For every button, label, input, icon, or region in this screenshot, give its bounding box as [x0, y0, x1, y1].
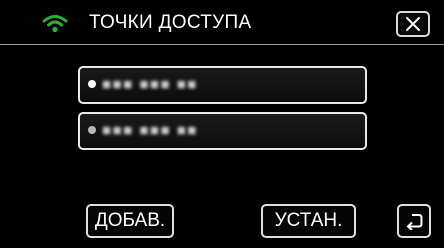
- close-button[interactable]: [396, 11, 430, 37]
- indicator-dot: [88, 126, 96, 134]
- set-button[interactable]: УСТАН.: [261, 204, 356, 238]
- add-button[interactable]: ДОБАВ.: [86, 204, 174, 238]
- header: ТОЧКИ ДОСТУПА: [0, 0, 444, 45]
- access-point-item[interactable]: ■■■ ■■■ ■■: [78, 66, 367, 104]
- access-point-name: ■■■ ■■■ ■■: [102, 122, 198, 139]
- return-icon: [406, 214, 423, 230]
- wifi-icon: [42, 15, 68, 33]
- selected-indicator-dot: [88, 80, 96, 88]
- access-point-item[interactable]: ■■■ ■■■ ■■: [78, 112, 367, 150]
- access-point-name: ■■■ ■■■ ■■: [102, 76, 198, 93]
- page-title: ТОЧКИ ДОСТУПА: [89, 12, 252, 33]
- access-points-screen: ТОЧКИ ДОСТУПА ■■■ ■■■ ■■ ■■■ ■■■ ■■ ДОБА…: [0, 0, 444, 248]
- back-button[interactable]: [397, 204, 431, 238]
- close-icon: [406, 17, 420, 31]
